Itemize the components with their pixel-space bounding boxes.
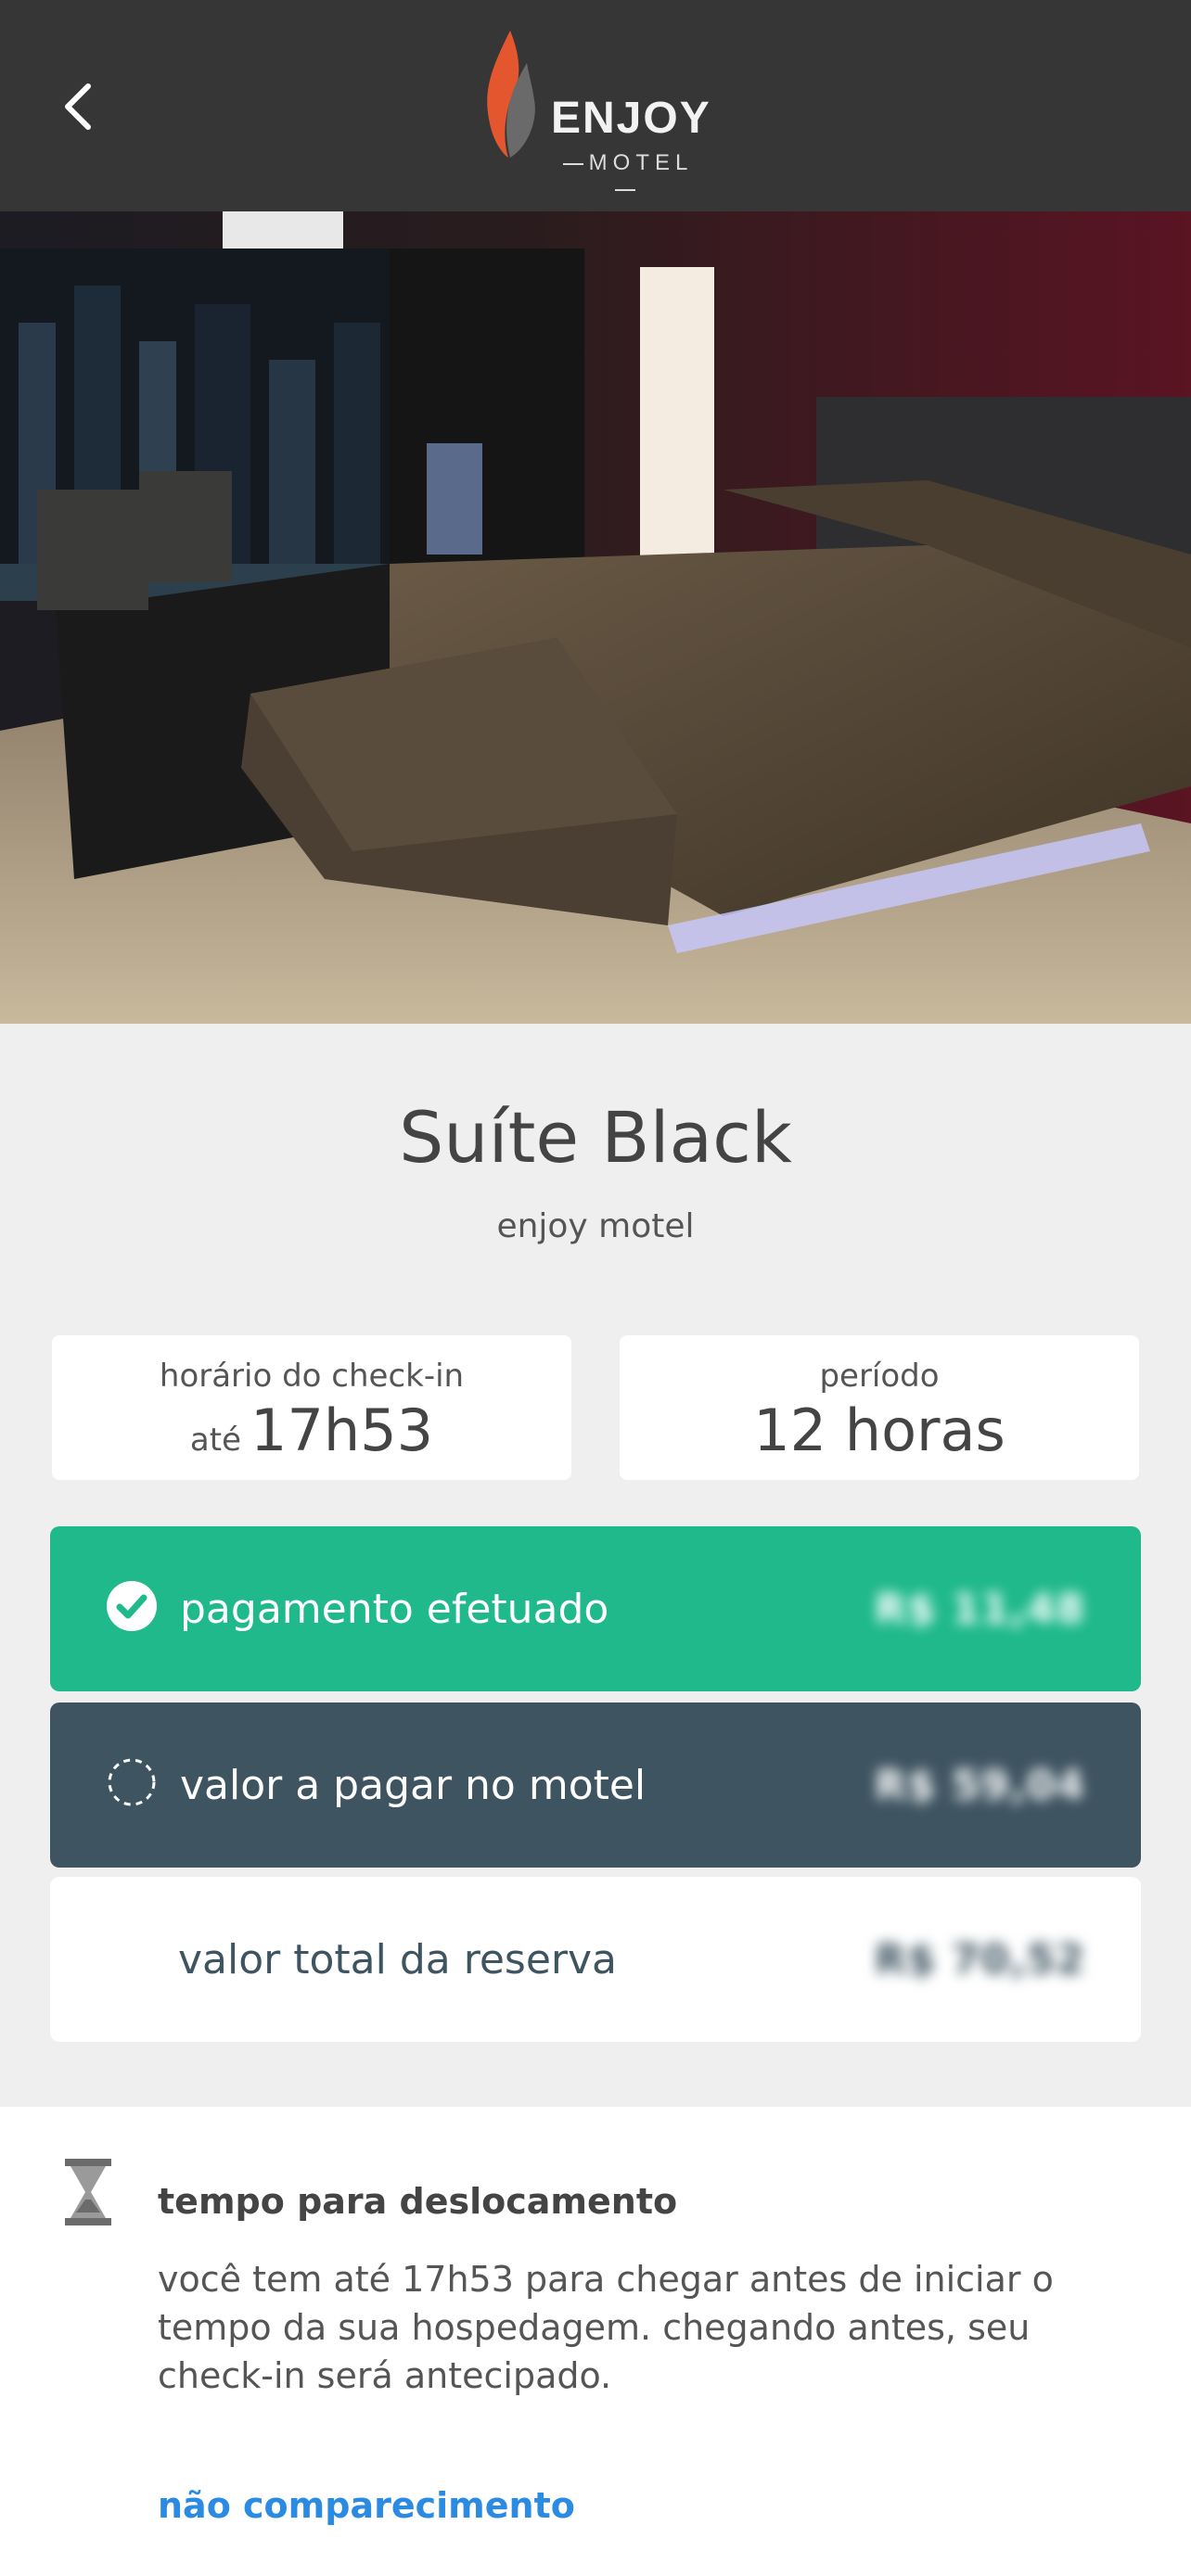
- travel-time-text: você tem até 17h53 para chegar antes de …: [158, 2259, 1054, 2396]
- checkin-label: horário do check-in: [159, 1358, 465, 1395]
- motel-name: enjoy motel: [496, 1207, 695, 1245]
- checkin-card: horário do check-in até 17h53: [52, 1335, 571, 1480]
- payment-due-label: valor a pagar no motel: [180, 1761, 647, 1809]
- checkin-value: até 17h53: [52, 1398, 571, 1473]
- checkin-time: 17h53: [250, 1396, 434, 1464]
- logo-subtitle: MOTEL: [551, 150, 699, 202]
- period-card: período 12 horas: [620, 1335, 1139, 1480]
- hourglass-icon: [65, 2159, 111, 2225]
- suite-photo: [0, 211, 1191, 1024]
- payment-paid-amount: R$ 11,48: [875, 1585, 1085, 1633]
- period-label: período: [819, 1358, 940, 1395]
- check-circle-icon: [107, 1581, 157, 1631]
- checkin-prefix: até: [189, 1422, 241, 1459]
- dashed-circle-icon: [108, 1758, 156, 1806]
- chevron-left-icon: [65, 83, 91, 130]
- no-show-link[interactable]: não comparecimento: [158, 2485, 575, 2526]
- payment-paid-label: pagamento efetuado: [180, 1585, 609, 1633]
- enjoy-motel-logo: ENJOY MOTEL: [473, 26, 724, 175]
- travel-time-title: tempo para deslocamento: [158, 2181, 678, 2222]
- reservation-total-amount: R$ 70,52: [875, 1935, 1085, 1983]
- payment-due-row: valor a pagar no motel R$ 59,04: [50, 1702, 1141, 1868]
- back-button[interactable]: [46, 65, 111, 148]
- logo-wordmark: ENJOY: [551, 94, 711, 143]
- payment-due-amount: R$ 59,04: [875, 1761, 1085, 1809]
- flame-logo-icon: [487, 31, 535, 158]
- reservation-total-row: valor total da reserva R$ 70,52: [50, 1877, 1141, 2042]
- period-value: 12 horas: [753, 1396, 1005, 1464]
- suite-title: Suíte Black: [399, 1096, 792, 1179]
- travel-info-section: tempo para deslocamento você tem até 17h…: [0, 2107, 1191, 2576]
- reservation-total-label: valor total da reserva: [178, 1935, 617, 1983]
- payment-paid-row: pagamento efetuado R$ 11,48: [50, 1526, 1141, 1691]
- app-header: ENJOY MOTEL: [0, 0, 1191, 211]
